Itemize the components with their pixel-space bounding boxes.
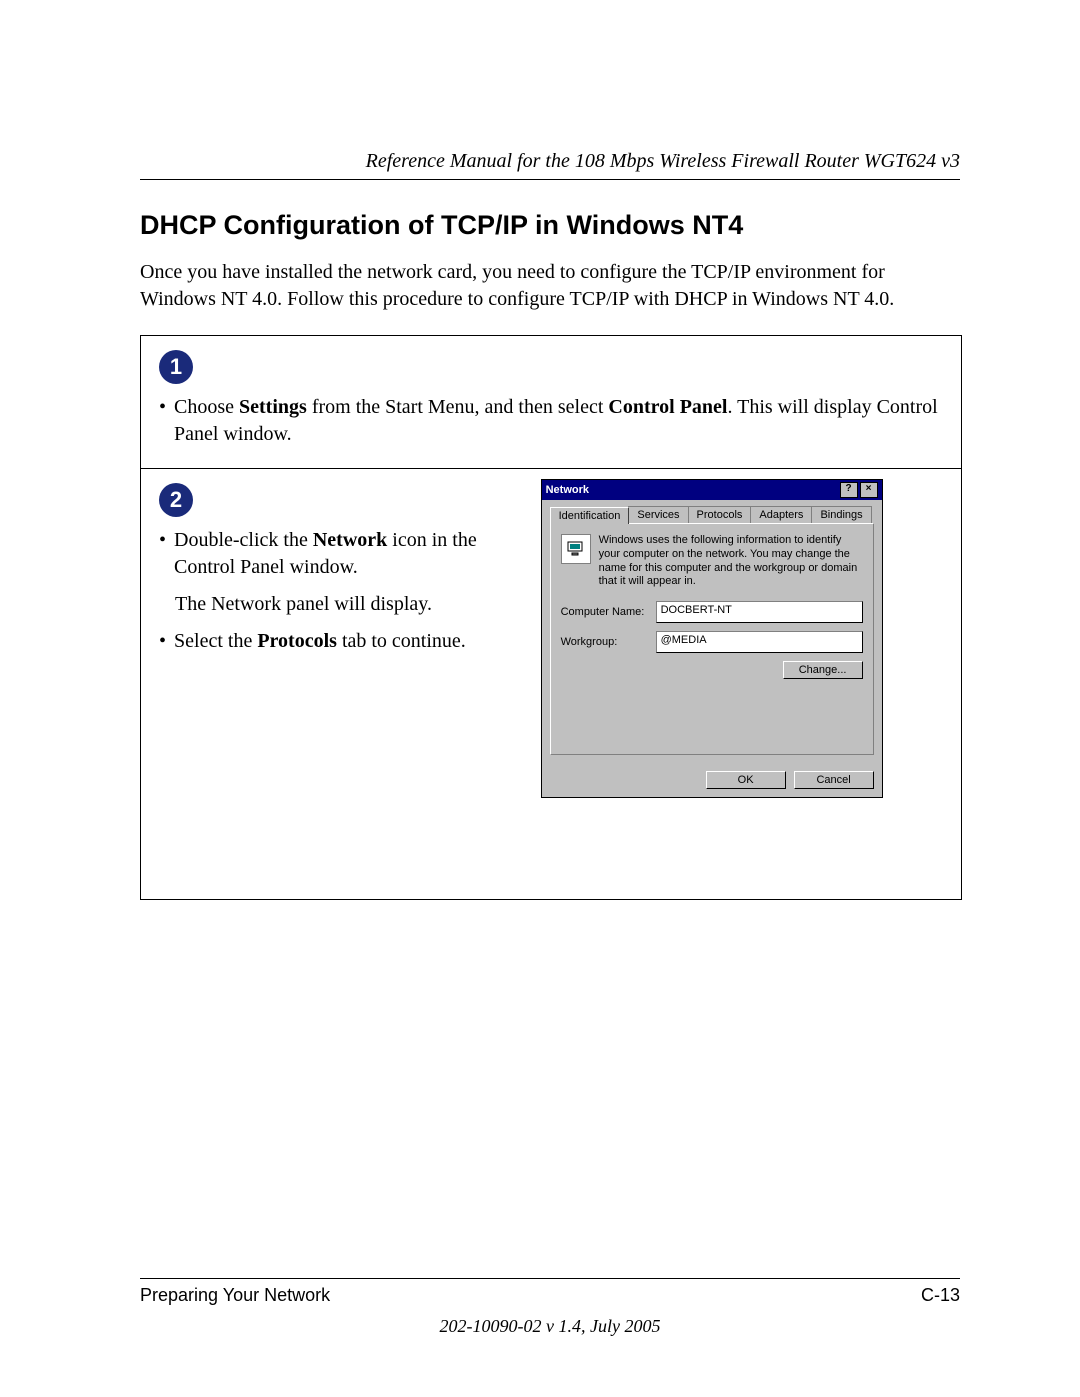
- header-rule: [140, 179, 960, 180]
- step-2-line: The Network panel will display.: [175, 591, 517, 618]
- tab-identification[interactable]: Identification: [550, 507, 630, 524]
- s2b1a: Double-click the: [174, 529, 313, 551]
- s1-bold1: Settings: [239, 396, 307, 418]
- step-2-row: 2 • Double-click the Network icon in the…: [141, 469, 961, 899]
- help-icon[interactable]: ?: [840, 482, 858, 498]
- close-icon[interactable]: ×: [860, 482, 878, 498]
- s2b1bold: Network: [313, 529, 387, 551]
- screenshot-cell: Network ? × Identification Services Prot…: [535, 469, 961, 899]
- tab-bindings[interactable]: Bindings: [811, 506, 871, 523]
- step-2-bullet-1: • Double-click the Network icon in the C…: [159, 527, 517, 581]
- nt-network-dialog: Network ? × Identification Services Prot…: [541, 479, 883, 798]
- computer-name-label: Computer Name:: [561, 606, 656, 618]
- step-2-bullet-2: • Select the Protocols tab to continue.: [159, 628, 517, 655]
- computer-name-field[interactable]: DOCBERT-NT: [656, 601, 863, 623]
- running-header: Reference Manual for the 108 Mbps Wirele…: [140, 150, 960, 173]
- workgroup-field[interactable]: @MEDIA: [656, 631, 863, 653]
- step-1-badge: 1: [159, 350, 193, 384]
- cancel-button[interactable]: Cancel: [794, 771, 874, 789]
- computer-icon: [561, 534, 591, 564]
- footer-line: Preparing Your Network C-13: [140, 1285, 960, 1306]
- step-2-badge: 2: [159, 483, 193, 517]
- footer-left: Preparing Your Network: [140, 1285, 330, 1306]
- steps-table: 1 • Choose Settings from the Start Menu,…: [140, 335, 962, 900]
- workgroup-label: Workgroup:: [561, 636, 656, 648]
- s1-mid: from the Start Menu, and then select: [307, 396, 609, 418]
- s2b2bold: Protocols: [257, 630, 337, 652]
- s1-bold2: Control Panel: [608, 396, 727, 418]
- tab-services[interactable]: Services: [628, 506, 688, 523]
- section-heading: DHCP Configuration of TCP/IP in Windows …: [140, 210, 960, 241]
- s1-pre: Choose: [174, 396, 239, 418]
- s2b2b: tab to continue.: [337, 630, 466, 652]
- step-1-bullet: • Choose Settings from the Start Menu, a…: [159, 394, 943, 448]
- nt-description: Windows uses the following information t…: [599, 534, 863, 589]
- nt-title-text: Network: [546, 484, 589, 496]
- intro-paragraph: Once you have installed the network card…: [140, 259, 960, 313]
- doc-id: 202-10090-02 v 1.4, July 2005: [140, 1316, 960, 1337]
- step-1-row: 1 • Choose Settings from the Start Menu,…: [141, 336, 961, 469]
- footer-rule: [140, 1278, 960, 1279]
- page-number: C-13: [921, 1285, 960, 1306]
- change-button[interactable]: Change...: [783, 661, 863, 679]
- nt-tabs: Identification Services Protocols Adapte…: [550, 506, 874, 523]
- nt-titlebar: Network ? ×: [542, 480, 882, 500]
- nt-panel: Windows uses the following information t…: [550, 523, 874, 755]
- ok-button[interactable]: OK: [706, 771, 786, 789]
- tab-protocols[interactable]: Protocols: [688, 506, 752, 523]
- tab-adapters[interactable]: Adapters: [750, 506, 812, 523]
- s2b2a: Select the: [174, 630, 257, 652]
